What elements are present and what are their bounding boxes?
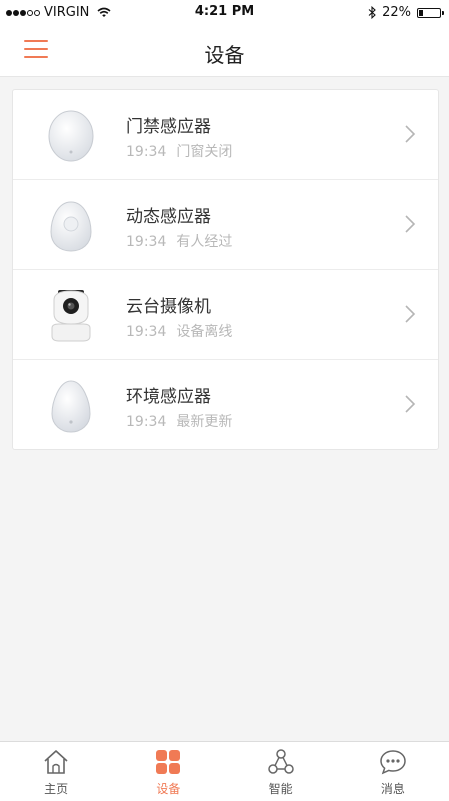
device-subtitle: 19:34 设备离线 bbox=[126, 321, 232, 341]
device-subtitle: 19:34 门窗关闭 bbox=[126, 141, 232, 161]
device-status: 有人经过 bbox=[176, 234, 233, 250]
battery-percent: 22% bbox=[382, 5, 411, 20]
tab-devices[interactable]: 设备 bbox=[112, 742, 224, 801]
chevron-right-icon bbox=[405, 395, 416, 413]
home-icon bbox=[44, 750, 68, 774]
device-name: 云台摄像机 bbox=[126, 297, 211, 317]
page-title: 设备 bbox=[204, 43, 245, 67]
battery-icon bbox=[417, 7, 444, 18]
chevron-right-icon bbox=[405, 215, 416, 233]
tab-label: 主页 bbox=[44, 782, 69, 796]
tab-label: 智能 bbox=[268, 782, 293, 796]
device-status: 最新更新 bbox=[176, 414, 233, 430]
tab-label: 消息 bbox=[380, 782, 405, 796]
message-bubble-icon bbox=[380, 750, 406, 775]
tab-home[interactable]: 主页 bbox=[0, 742, 112, 801]
device-status: 设备离线 bbox=[176, 324, 233, 340]
status-right: 22% bbox=[368, 5, 444, 20]
device-list: 门禁感应器 19:34 门窗关闭 动态感应器 19:34 有人经过 云台摄像机 … bbox=[12, 89, 439, 450]
device-time: 19:34 bbox=[126, 324, 167, 340]
camera-icon bbox=[51, 290, 91, 342]
environment-sensor-icon bbox=[51, 380, 91, 433]
device-status: 门窗关闭 bbox=[176, 144, 233, 160]
smart-nodes-icon bbox=[267, 749, 294, 774]
device-name: 动态感应器 bbox=[126, 207, 211, 227]
tab-bar: 主页 设备 智能 消息 bbox=[0, 741, 449, 801]
bluetooth-icon bbox=[368, 6, 376, 19]
device-row-motion-sensor[interactable]: 动态感应器 19:34 有人经过 bbox=[13, 180, 438, 270]
chevron-right-icon bbox=[405, 125, 416, 143]
status-bar: VIRGIN 4:21 PM 22% bbox=[0, 0, 449, 26]
motion-sensor-icon bbox=[50, 201, 92, 252]
device-row-door-sensor[interactable]: 门禁感应器 19:34 门窗关闭 bbox=[13, 90, 438, 180]
device-name: 门禁感应器 bbox=[126, 117, 211, 137]
tab-smart[interactable]: 智能 bbox=[225, 742, 337, 801]
device-row-camera[interactable]: 云台摄像机 19:34 设备离线 bbox=[13, 270, 438, 360]
chevron-right-icon bbox=[405, 305, 416, 323]
tab-messages[interactable]: 消息 bbox=[337, 742, 449, 801]
device-time: 19:34 bbox=[126, 234, 167, 250]
device-row-environment-sensor[interactable]: 环境感应器 19:34 最新更新 bbox=[13, 360, 438, 449]
device-subtitle: 19:34 最新更新 bbox=[126, 411, 232, 431]
battery-fill bbox=[419, 9, 423, 16]
device-subtitle: 19:34 有人经过 bbox=[126, 231, 232, 251]
door-sensor-icon bbox=[48, 110, 94, 162]
device-name: 环境感应器 bbox=[126, 387, 211, 407]
device-time: 19:34 bbox=[126, 414, 167, 430]
device-time: 19:34 bbox=[126, 144, 167, 160]
devices-grid-icon bbox=[156, 750, 181, 774]
nav-bar: 设备 bbox=[0, 26, 449, 77]
tab-label: 设备 bbox=[156, 782, 181, 796]
